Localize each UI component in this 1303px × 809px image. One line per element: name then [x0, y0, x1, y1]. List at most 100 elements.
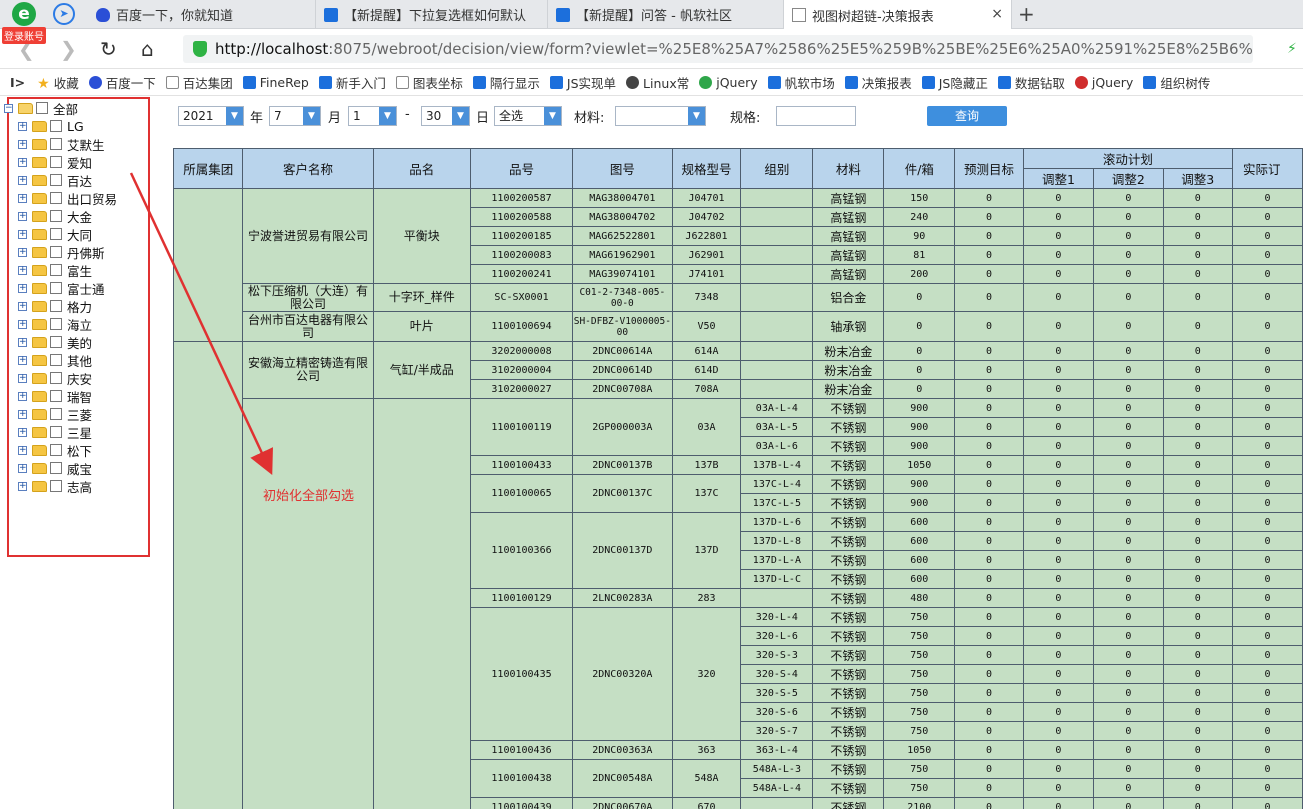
reload-icon[interactable]: ↻ — [100, 37, 117, 61]
sidebar-toggle-icon[interactable]: I> — [10, 75, 25, 90]
bookmark-item[interactable]: FineRep — [242, 75, 309, 90]
tree-root-all[interactable]: − 全部 — [4, 99, 78, 117]
tree-item[interactable]: + 三菱 — [18, 405, 92, 423]
tree-checkbox[interactable] — [50, 354, 62, 366]
expand-icon[interactable]: + — [18, 211, 27, 221]
tree-checkbox[interactable] — [50, 336, 62, 348]
bookmark-item[interactable]: 百达集团 — [165, 73, 233, 92]
expand-icon[interactable]: + — [18, 337, 27, 347]
bookmark-item[interactable]: jQuery — [699, 75, 758, 90]
expand-icon[interactable]: + — [18, 427, 27, 437]
expand-icon[interactable]: + — [18, 391, 27, 401]
tree-item[interactable]: + 庆安 — [18, 369, 92, 387]
tree-checkbox[interactable] — [50, 444, 62, 456]
material-select[interactable]: ▼ — [615, 106, 706, 126]
day-to-select[interactable]: 30 ▼ — [421, 106, 470, 126]
home-icon[interactable]: ⌂ — [141, 37, 154, 61]
tree-item[interactable]: + 瑞智 — [18, 387, 92, 405]
expand-icon[interactable]: + — [18, 157, 27, 167]
new-tab-button[interactable]: + — [1018, 2, 1035, 26]
expand-icon[interactable]: + — [18, 229, 27, 239]
tree-item[interactable]: + 富生 — [18, 261, 92, 279]
month-select[interactable]: 7 ▼ — [269, 106, 321, 126]
expand-icon[interactable]: + — [18, 355, 27, 365]
bookmark-item[interactable]: 决策报表 — [844, 73, 912, 92]
tree-checkbox[interactable] — [50, 390, 62, 402]
tree-item[interactable]: + 出口贸易 — [18, 189, 117, 207]
expand-icon[interactable]: + — [18, 463, 27, 473]
tree-item[interactable]: + 大同 — [18, 225, 92, 243]
day-from-select[interactable]: 1 ▼ — [348, 106, 397, 126]
tree-item[interactable]: + 海立 — [18, 315, 92, 333]
login-badge[interactable]: 登录账号 — [2, 27, 46, 44]
tree-item[interactable]: + 百达 — [18, 171, 92, 189]
tree-item[interactable]: + 格力 — [18, 297, 92, 315]
bookmark-item[interactable]: 图表坐标 — [395, 73, 463, 92]
tree-item[interactable]: + LG — [18, 117, 84, 135]
tree-checkbox[interactable] — [50, 120, 62, 132]
tree-checkbox[interactable] — [50, 408, 62, 420]
bookmark-item[interactable]: JS实现单 — [549, 73, 616, 92]
bookmark-item[interactable]: 帆软市场 — [767, 73, 835, 92]
tree-item[interactable]: + 艾默生 — [18, 135, 105, 153]
close-icon[interactable]: × — [991, 6, 1003, 22]
tree-checkbox[interactable] — [50, 282, 62, 294]
lightning-icon[interactable]: ⚡ — [1287, 41, 1297, 57]
expand-icon[interactable]: + — [18, 409, 27, 419]
tree-checkbox[interactable] — [50, 210, 62, 222]
expand-icon[interactable]: + — [18, 373, 27, 383]
tree-checkbox[interactable] — [50, 246, 62, 258]
tree-item[interactable]: + 富士通 — [18, 279, 105, 297]
bookmark-item[interactable]: 数据钻取 — [997, 73, 1065, 92]
tree-checkbox[interactable] — [50, 264, 62, 276]
tab-fanruan-community[interactable]: 【新提醒】问答 - 帆软社区 — [548, 0, 784, 29]
tree-checkbox[interactable] — [36, 102, 48, 114]
expand-icon[interactable]: + — [18, 175, 27, 185]
year-select[interactable]: 2021 ▼ — [178, 106, 244, 126]
bookmark-item[interactable]: 组织树传 — [1143, 73, 1210, 92]
tree-item[interactable]: + 其他 — [18, 351, 92, 369]
address-bar[interactable]: http://localhost:8075/webroot/decision/v… — [183, 35, 1253, 63]
tree-checkbox[interactable] — [50, 138, 62, 150]
tree-item[interactable]: + 松下 — [18, 441, 92, 459]
expand-icon[interactable]: + — [18, 283, 27, 293]
expand-icon[interactable]: + — [18, 139, 27, 149]
expand-icon[interactable]: + — [18, 247, 27, 257]
tree-item[interactable]: + 美的 — [18, 333, 92, 351]
expand-icon[interactable]: + — [18, 481, 27, 491]
browser-logo-icon[interactable]: e — [12, 2, 36, 26]
expand-icon[interactable]: + — [18, 301, 27, 311]
tab-dropdown-question[interactable]: 【新提醒】下拉复选框如何默认 — [316, 0, 548, 29]
group-multiselect[interactable]: 全选 ▼ — [494, 106, 562, 126]
tree-checkbox[interactable] — [50, 318, 62, 330]
bookmark-item[interactable]: 隔行显示 — [472, 73, 540, 92]
tree-checkbox[interactable] — [50, 480, 62, 492]
tree-item[interactable]: + 大金 — [18, 207, 92, 225]
bookmark-item[interactable]: JS隐藏正 — [921, 73, 988, 92]
expand-icon[interactable]: + — [18, 319, 27, 329]
tree-checkbox[interactable] — [50, 426, 62, 438]
spec-input[interactable] — [776, 106, 856, 126]
send-icon[interactable]: ➤ — [53, 3, 75, 25]
tree-checkbox[interactable] — [50, 174, 62, 186]
tab-baidu[interactable]: 百度一下，你就知道 — [88, 0, 316, 29]
tree-item[interactable]: + 爱知 — [18, 153, 92, 171]
expand-icon[interactable]: + — [18, 193, 27, 203]
expand-icon[interactable]: + — [18, 265, 27, 275]
tree-checkbox[interactable] — [50, 228, 62, 240]
tree-item[interactable]: + 三星 — [18, 423, 92, 441]
query-button[interactable]: 查询 — [927, 106, 1007, 126]
bookmark-item[interactable]: 百度一下 — [88, 73, 156, 92]
tree-checkbox[interactable] — [50, 192, 62, 204]
forward-arrow-icon[interactable]: ❯ — [60, 37, 77, 61]
tree-checkbox[interactable] — [50, 462, 62, 474]
expand-icon[interactable]: + — [18, 445, 27, 455]
tree-checkbox[interactable] — [50, 372, 62, 384]
bookmark-item[interactable]: 新手入门 — [318, 73, 386, 92]
tab-active-report[interactable]: 视图树超链-决策报表 × — [784, 0, 1012, 30]
bookmark-item[interactable]: ★ 收藏 — [37, 73, 79, 92]
tree-item[interactable]: + 志高 — [18, 477, 92, 495]
expand-icon[interactable]: + — [18, 121, 27, 131]
bookmark-item[interactable]: Linux常 — [626, 73, 689, 92]
tree-checkbox[interactable] — [50, 156, 62, 168]
